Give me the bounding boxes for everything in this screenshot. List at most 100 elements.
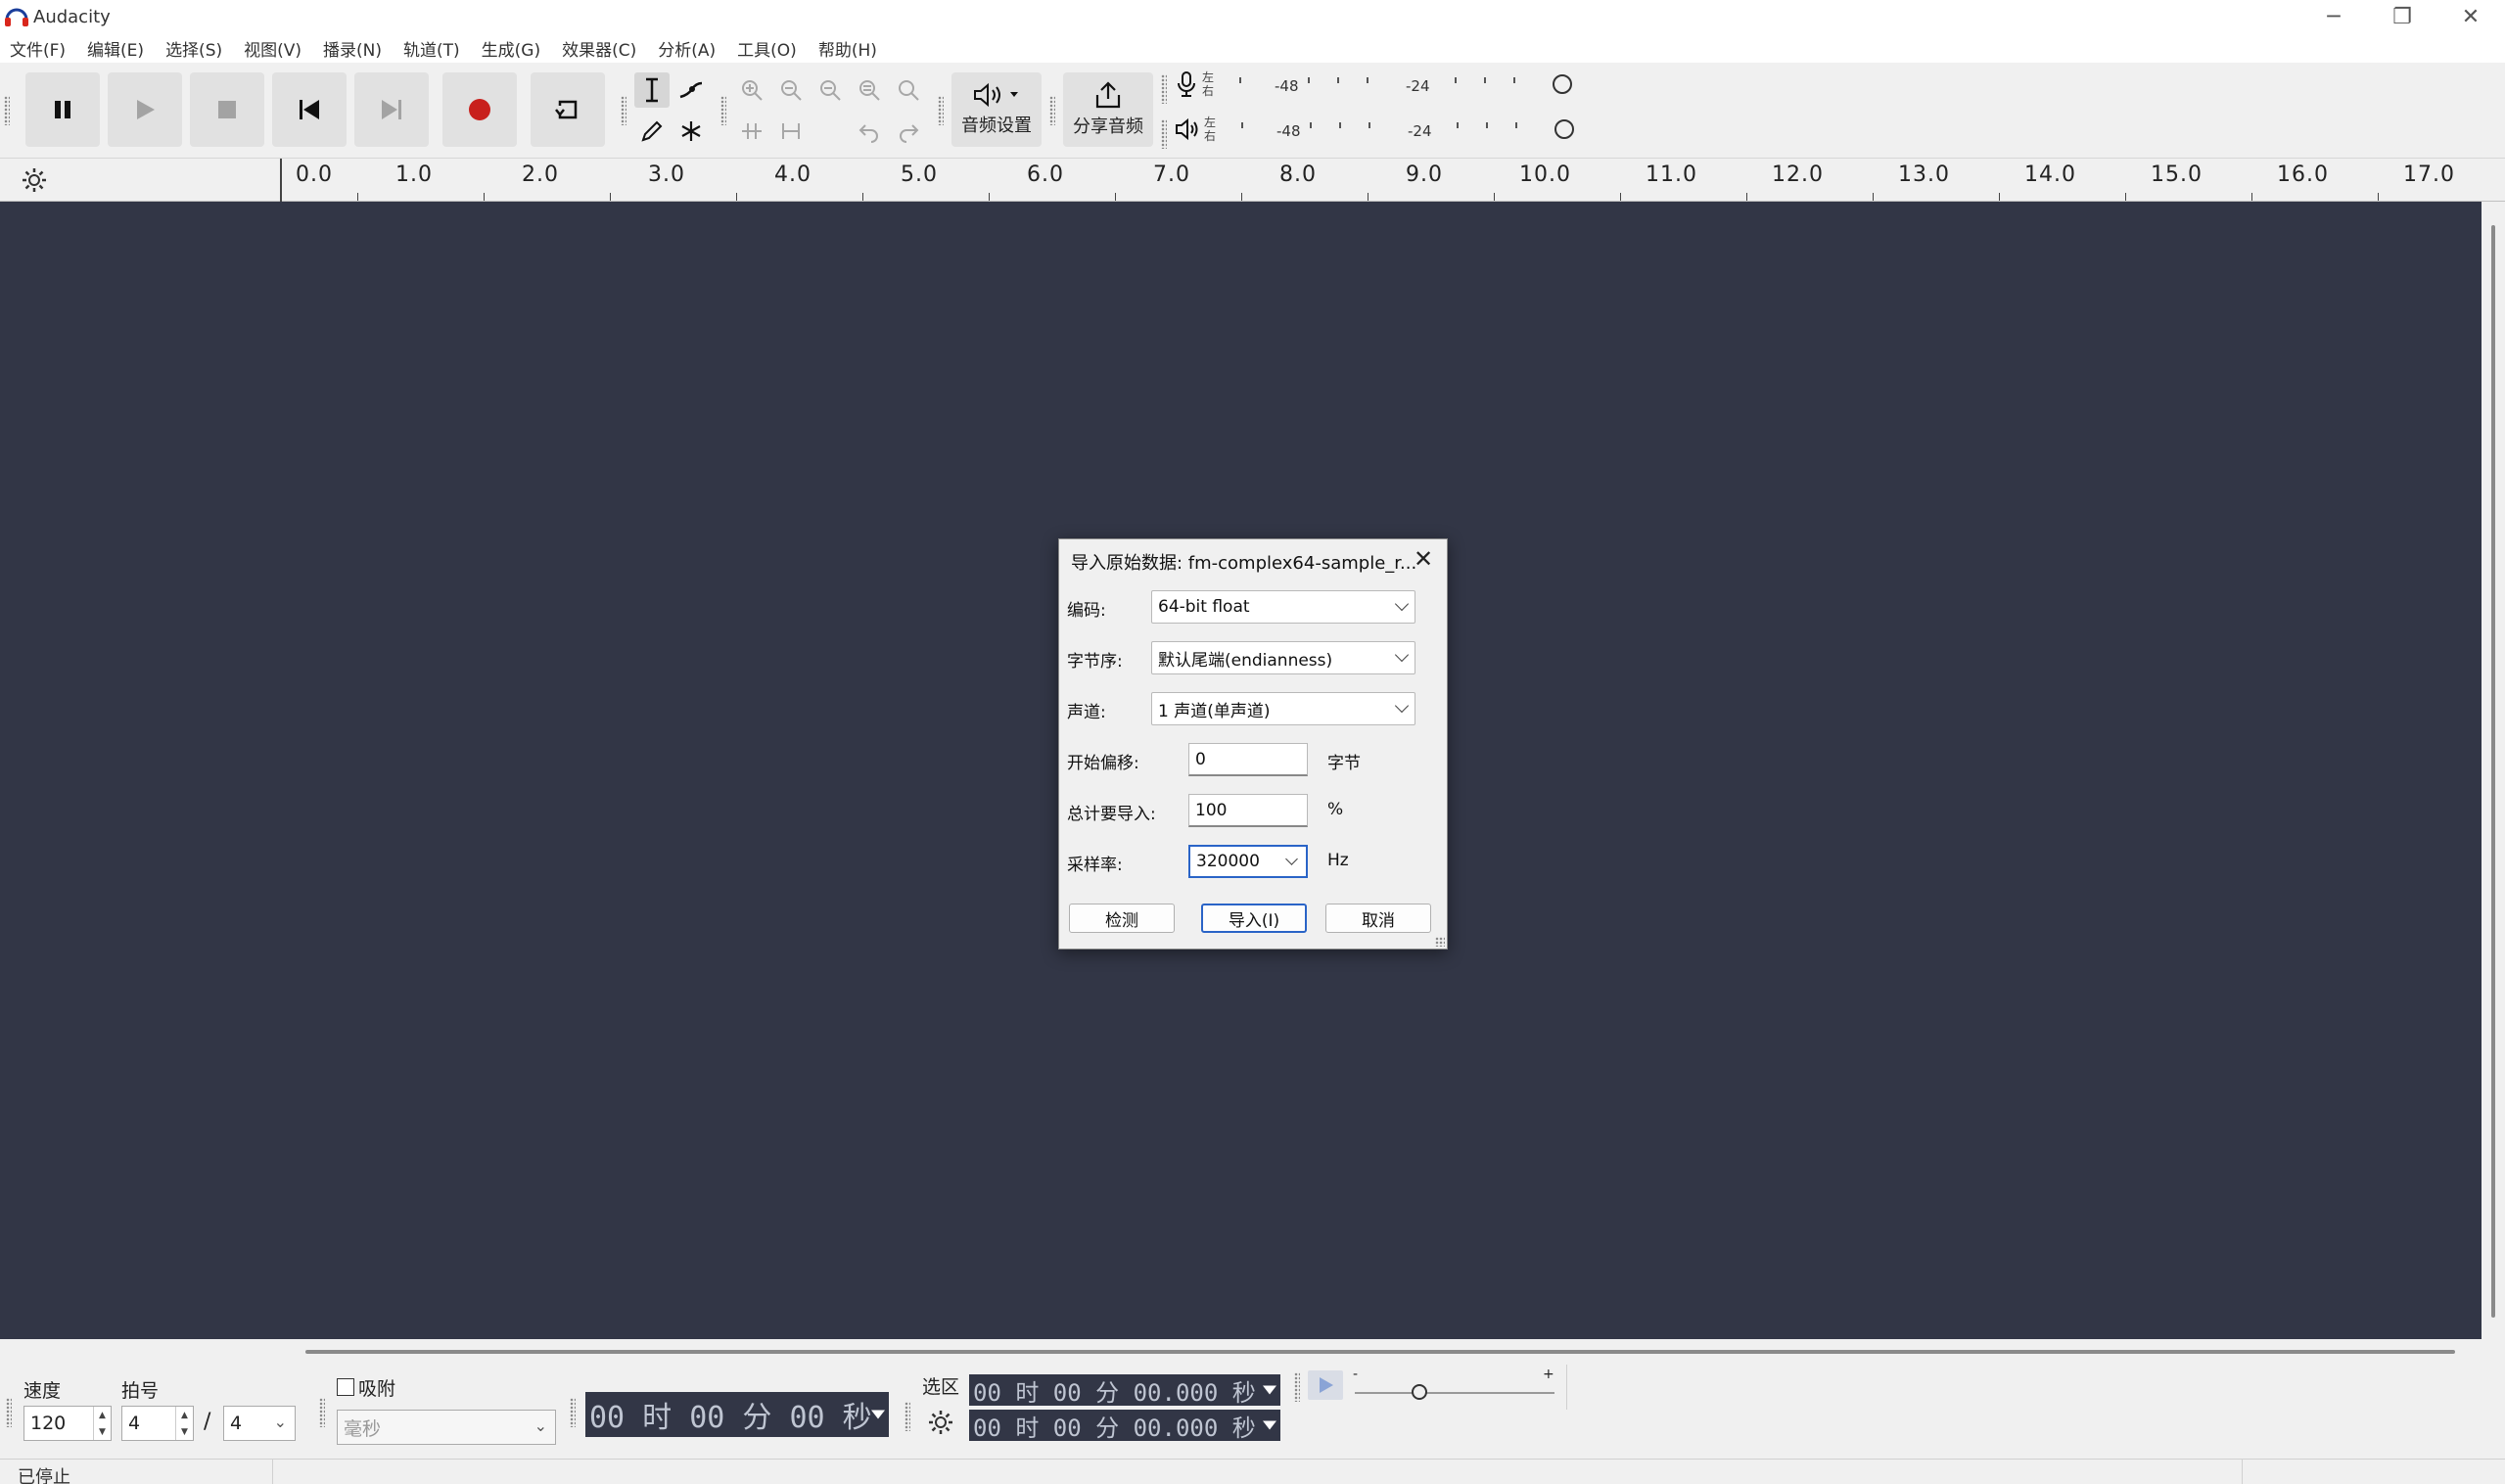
speed-max-label: + xyxy=(1543,1367,1554,1382)
time-display[interactable]: 00 时 00 分 00 秒 xyxy=(585,1392,889,1437)
play-button[interactable] xyxy=(108,72,182,147)
share-grip[interactable] xyxy=(1049,96,1055,125)
redo-button[interactable] xyxy=(891,114,926,149)
menu-view[interactable]: 视图(V) xyxy=(244,36,302,61)
minimize-button[interactable]: ─ xyxy=(2299,0,2368,33)
menu-select[interactable]: 选择(S) xyxy=(165,36,222,61)
chevron-down-icon[interactable] xyxy=(1285,853,1298,865)
selection-start-time[interactable]: 00 时 00 分 00.000 秒 xyxy=(969,1374,1280,1407)
dialog-resize-grip[interactable] xyxy=(1435,937,1445,947)
timesig-arrows[interactable]: ▲ ▼ xyxy=(175,1407,193,1440)
menu-transport[interactable]: 播录(N) xyxy=(323,36,382,61)
start-offset-label: 开始偏移: xyxy=(1067,754,1139,773)
start-offset-input[interactable]: 0 xyxy=(1188,743,1308,776)
silence-icon xyxy=(782,123,800,139)
gear-icon[interactable] xyxy=(928,1410,953,1435)
amount-input[interactable]: 100 xyxy=(1188,794,1308,827)
detect-button[interactable]: 检测 xyxy=(1069,904,1175,933)
sample-rate-combo[interactable]: 320000 xyxy=(1188,845,1308,878)
timesig-numerator-spinner[interactable]: 4 ▲ ▼ xyxy=(121,1406,194,1441)
fit-project-button[interactable] xyxy=(852,72,887,108)
dialog-close-button[interactable]: ✕ xyxy=(1410,545,1437,573)
snap-checkbox[interactable] xyxy=(337,1378,354,1396)
byte-order-select[interactable]: 默认尾端(endianness) xyxy=(1151,641,1415,674)
skip-start-icon xyxy=(300,100,319,119)
envelope-icon xyxy=(679,81,703,99)
selection-end-dropdown[interactable] xyxy=(1263,1420,1276,1430)
zoom-in-button[interactable] xyxy=(734,72,769,108)
playback-level-knob[interactable] xyxy=(1554,119,1574,139)
selection-tool[interactable] xyxy=(634,72,670,108)
channels-select[interactable]: 1 声道(单声道) xyxy=(1151,692,1415,725)
tempo-spinner[interactable]: 120 ▲ ▼ xyxy=(23,1406,112,1441)
zoom-fit-icon xyxy=(859,80,880,101)
menu-tools[interactable]: 工具(O) xyxy=(737,36,797,61)
tools-grip[interactable] xyxy=(621,96,626,125)
stop-button[interactable] xyxy=(190,72,264,147)
snap-grip[interactable] xyxy=(319,1398,325,1427)
speed-slider-track[interactable] xyxy=(1355,1392,1554,1394)
audio-setup-grip[interactable] xyxy=(938,96,944,125)
timesig-denominator-select[interactable]: 4 ⌄ xyxy=(223,1406,296,1441)
timeline-ruler[interactable]: 0.0 1.0 2.0 3.0 4.0 5.0 6.0 7.0 8.0 9.0 … xyxy=(0,159,2505,202)
menu-analyze[interactable]: 分析(A) xyxy=(658,36,716,61)
share-audio-button[interactable]: 分享音频 xyxy=(1063,72,1153,147)
silence-button[interactable] xyxy=(773,114,809,149)
maximize-button[interactable]: ❐ xyxy=(2368,0,2436,33)
pause-button[interactable] xyxy=(25,72,100,147)
status-text: 已停止 xyxy=(18,1467,70,1484)
envelope-tool[interactable] xyxy=(673,72,709,108)
import-button[interactable]: 导入(I) xyxy=(1201,904,1307,933)
loop-button[interactable] xyxy=(531,72,605,147)
record-button[interactable] xyxy=(442,72,517,147)
menu-file[interactable]: 文件(F) xyxy=(10,36,66,61)
ruler-track-header xyxy=(0,159,282,202)
edit-grip[interactable] xyxy=(720,96,726,125)
speed-slider-thumb[interactable] xyxy=(1412,1384,1427,1400)
cancel-button[interactable]: 取消 xyxy=(1325,904,1431,933)
playback-meter[interactable]: 左右 -48 -24 xyxy=(1175,112,1586,147)
undo-button[interactable] xyxy=(852,114,887,149)
time-format-dropdown[interactable] xyxy=(871,1410,885,1419)
skip-to-start-button[interactable] xyxy=(272,72,347,147)
play-at-speed-button[interactable] xyxy=(1308,1370,1343,1400)
ruler-label: 10.0 xyxy=(1519,162,1571,187)
multi-tool[interactable] xyxy=(673,114,709,149)
zoom-sel-icon xyxy=(820,80,841,101)
play-speed-grip[interactable] xyxy=(1294,1372,1300,1402)
audio-setup-button[interactable]: 音频设置 xyxy=(951,72,1042,147)
time-grip[interactable] xyxy=(570,1398,576,1427)
menu-effect[interactable]: 效果器(C) xyxy=(562,36,636,61)
menu-edit[interactable]: 编辑(E) xyxy=(87,36,144,61)
time-signature-grip[interactable] xyxy=(6,1398,12,1427)
vertical-scrollbar[interactable] xyxy=(2482,202,2505,1339)
play-meter-grip[interactable] xyxy=(1161,119,1167,149)
gear-icon[interactable] xyxy=(22,167,47,193)
chevron-down-icon xyxy=(1394,647,1410,663)
close-window-button[interactable]: ✕ xyxy=(2436,0,2505,33)
selection-grip[interactable] xyxy=(905,1402,910,1431)
selection-end-time[interactable]: 00 时 00 分 00.000 秒 xyxy=(969,1410,1280,1442)
horizontal-scrollbar[interactable] xyxy=(0,1339,2505,1363)
menu-help[interactable]: 帮助(H) xyxy=(818,36,877,61)
record-meter-grip[interactable] xyxy=(1161,74,1167,104)
record-meter[interactable]: 左右 -48 -24 xyxy=(1175,67,1586,102)
transport-grip[interactable] xyxy=(4,96,10,125)
menu-generate[interactable]: 生成(G) xyxy=(482,36,540,61)
selection-start-dropdown[interactable] xyxy=(1263,1385,1276,1395)
trim-button[interactable] xyxy=(734,114,769,149)
draw-tool[interactable] xyxy=(634,114,670,149)
vertical-scroll-thumb[interactable] xyxy=(2491,225,2495,1318)
tempo-arrows[interactable]: ▲ ▼ xyxy=(93,1407,111,1440)
horizontal-scroll-thumb[interactable] xyxy=(305,1350,2455,1354)
menu-tracks[interactable]: 轨道(T) xyxy=(403,36,460,61)
amount-value: 100 xyxy=(1195,800,1228,820)
skip-to-end-button[interactable] xyxy=(354,72,429,147)
encoding-value: 64-bit float xyxy=(1158,597,1250,617)
snap-unit-select[interactable]: 毫秒 ⌄ xyxy=(337,1410,556,1445)
zoom-out-button[interactable] xyxy=(773,72,809,108)
encoding-select[interactable]: 64-bit float xyxy=(1151,590,1415,624)
fit-selection-button[interactable] xyxy=(812,72,848,108)
record-level-knob[interactable] xyxy=(1553,74,1572,94)
zoom-toggle-button[interactable] xyxy=(891,72,926,108)
